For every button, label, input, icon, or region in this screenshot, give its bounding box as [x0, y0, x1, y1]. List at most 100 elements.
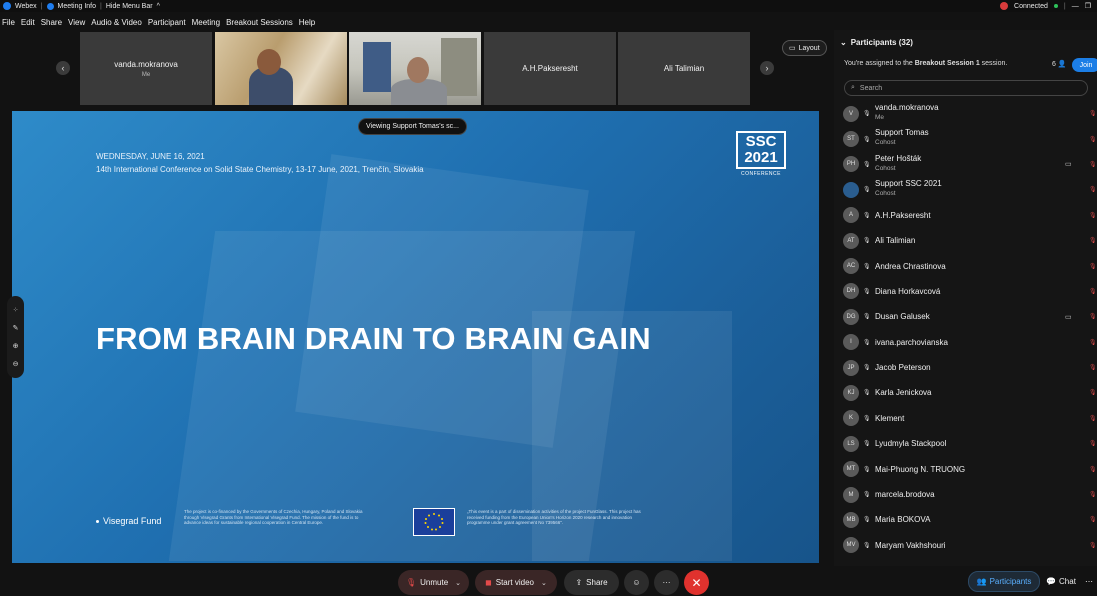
participant-row[interactable]: PH 🎙 Peter Hošták Cohost ▭ 🎙 [834, 152, 1097, 177]
menu-meeting[interactable]: Meeting [192, 18, 220, 27]
chevron-down-icon[interactable]: ⌄ [840, 38, 847, 47]
muted-icon[interactable]: 🎙 [1089, 110, 1097, 117]
chat-tab[interactable]: 💬 Chat [1041, 571, 1081, 592]
share-button[interactable]: ⇪ Share [564, 570, 619, 595]
participant-row[interactable]: MB 🎙 Maria BOKOVA 🎙 [834, 507, 1097, 532]
muted-icon[interactable]: 🎙 [1089, 491, 1097, 498]
muted-icon[interactable]: 🎙 [1089, 237, 1097, 244]
participant-row[interactable]: K 🎙 Klement 🎙 [834, 406, 1097, 431]
muted-icon[interactable]: 🎙 [1089, 364, 1097, 371]
participant-row[interactable]: LS 🎙 Lyudmyla Stackpool 🎙 [834, 431, 1097, 456]
participant-role: Cohost [875, 164, 896, 172]
participant-row[interactable]: AT 🎙 Ali Talimian 🎙 [834, 228, 1097, 253]
drag-handle-icon[interactable]: ⁘ [13, 306, 19, 314]
menu-audio-video[interactable]: Audio & Video [91, 18, 142, 27]
panel-header[interactable]: ⌄ Participants (32) [840, 38, 913, 47]
mic-icon: 🎙 [863, 111, 871, 118]
person-icon: 👤 [1057, 61, 1067, 68]
thumbnail-video-1[interactable] [215, 32, 347, 105]
participant-video [257, 49, 281, 75]
participant-row[interactable]: DH 🎙 Diana Horkavcová 🎙 [834, 279, 1097, 304]
join-button[interactable]: Join [1072, 58, 1097, 72]
start-video-button[interactable]: ◼ Start video ⌄ [475, 570, 557, 595]
muted-icon[interactable]: 🎙 [1089, 288, 1097, 295]
meeting-info-icon[interactable] [46, 2, 54, 10]
restore-icon[interactable]: ❐ [1085, 2, 1091, 10]
muted-icon[interactable]: 🎙 [1089, 415, 1097, 422]
viewing-banner[interactable]: Viewing Support Tomas's sc... [358, 118, 467, 135]
avatar: LS [843, 435, 859, 452]
thumbnail-video-2[interactable] [349, 32, 481, 105]
menu-edit[interactable]: Edit [21, 18, 35, 27]
zoom-out-icon[interactable]: ⊖ [13, 360, 19, 368]
more-icon: ··· [662, 578, 671, 587]
chat-icon: 💬 [1046, 577, 1057, 586]
participant-row[interactable]: MV 🎙 Maryam Vakhshouri 🎙 [834, 533, 1097, 558]
muted-icon[interactable]: 🎙 [1089, 389, 1097, 396]
leave-meeting-button[interactable]: ✕ [684, 570, 709, 595]
muted-icon[interactable]: 🎙 [1089, 313, 1097, 320]
menu-file[interactable]: File [2, 18, 15, 27]
meeting-info-button[interactable]: Meeting Info [58, 3, 97, 10]
shared-content: WEDNESDAY, JUNE 16, 2021 14th Internatio… [12, 111, 819, 563]
thumbnail-name: A.H.Pakseresht [522, 64, 578, 73]
chevron-down-icon[interactable]: ⌄ [455, 579, 461, 587]
participant-row[interactable]: DG 🎙 Dusan Galusek ▭ 🎙 [834, 304, 1097, 329]
thumbnail-pakseresht[interactable]: A.H.Pakseresht [484, 32, 616, 105]
zoom-in-icon[interactable]: ⊕ [13, 342, 19, 350]
mic-icon: 🎙 [863, 238, 871, 245]
participant-row[interactable]: KJ 🎙 Karla Jenickova 🎙 [834, 380, 1097, 405]
participant-row[interactable]: ST 🎙 Support Tomas Cohost 🎙 [834, 126, 1097, 151]
participant-row[interactable]: I 🎙 ivana.parchovianska 🎙 [834, 330, 1097, 355]
participant-row[interactable]: AC 🎙 Andrea Chrastinova 🎙 [834, 253, 1097, 278]
muted-icon[interactable]: 🎙 [1089, 440, 1097, 447]
muted-icon[interactable]: 🎙 [1089, 136, 1097, 143]
chat-tab-label: Chat [1059, 577, 1076, 586]
close-icon: ✕ [691, 575, 702, 590]
annotate-icon[interactable]: ✎ [13, 324, 19, 332]
participants-tab-label: Participants [989, 577, 1032, 586]
participant-row[interactable]: JP 🎙 Jacob Peterson 🎙 [834, 355, 1097, 380]
participant-row[interactable]: V 🎙 vanda.mokranova Me 🎙 [834, 101, 1097, 126]
participant-name: A.H.Pakseresht [875, 210, 931, 220]
participants-tab[interactable]: 👥 Participants [968, 571, 1040, 592]
chevron-right-icon[interactable]: › [760, 61, 774, 75]
more-options-button[interactable]: ··· [654, 570, 679, 595]
participant-row[interactable]: 🎙 Support SSC 2021 Cohost 🎙 [834, 177, 1097, 202]
muted-icon[interactable]: 🎙 [1089, 212, 1097, 219]
participant-row[interactable]: M 🎙 marcela.brodova 🎙 [834, 482, 1097, 507]
menu-breakout-sessions[interactable]: Breakout Sessions [226, 18, 293, 27]
mic-icon: 🎙 [863, 365, 871, 372]
hide-menu-bar-button[interactable]: Hide Menu Bar [106, 3, 153, 10]
search-input[interactable]: ⌕ Search [844, 80, 1088, 96]
chevron-up-icon[interactable]: ^ [157, 3, 160, 10]
menu-help[interactable]: Help [299, 18, 315, 27]
thumbnail-vanda[interactable]: vanda.mokranova Me [80, 32, 212, 105]
minimize-icon[interactable]: — [1072, 3, 1079, 10]
panel-footer: 👥 Participants 💬 Chat ⋯ [834, 570, 1097, 594]
participant-video [407, 57, 429, 83]
avatar: A [843, 207, 859, 224]
participant-row[interactable]: A 🎙 A.H.Pakseresht 🎙 [834, 203, 1097, 228]
muted-icon[interactable]: 🎙 [1089, 466, 1097, 473]
unmute-button[interactable]: 🎙 Unmute ⌄ [398, 570, 469, 595]
more-panels-icon[interactable]: ⋯ [1082, 571, 1096, 592]
muted-icon[interactable]: 🎙 [1089, 516, 1097, 523]
webex-window: Webex | Meeting Info | Hide Menu Bar ^ C… [0, 0, 1097, 596]
muted-icon[interactable]: 🎙 [1089, 186, 1097, 193]
menu-participant[interactable]: Participant [148, 18, 186, 27]
menu-view[interactable]: View [68, 18, 85, 27]
menu-share[interactable]: Share [41, 18, 62, 27]
muted-icon[interactable]: 🎙 [1089, 161, 1097, 168]
muted-icon[interactable]: 🎙 [1089, 339, 1097, 346]
chevron-left-icon[interactable]: ‹ [56, 61, 70, 75]
thumbnail-talimian[interactable]: Ali Talimian [618, 32, 750, 105]
reactions-button[interactable]: ☺ [624, 570, 649, 595]
muted-icon[interactable]: 🎙 [1089, 542, 1097, 549]
chevron-down-icon[interactable]: ⌄ [541, 579, 547, 587]
participant-name: Mai-Phuong N. TRUONG [875, 464, 966, 474]
layout-button[interactable]: ▭ Layout [782, 40, 827, 56]
muted-icon[interactable]: 🎙 [1089, 263, 1097, 270]
layout-label: Layout [798, 44, 820, 52]
participant-row[interactable]: MT 🎙 Mai-Phuong N. TRUONG 🎙 [834, 456, 1097, 481]
